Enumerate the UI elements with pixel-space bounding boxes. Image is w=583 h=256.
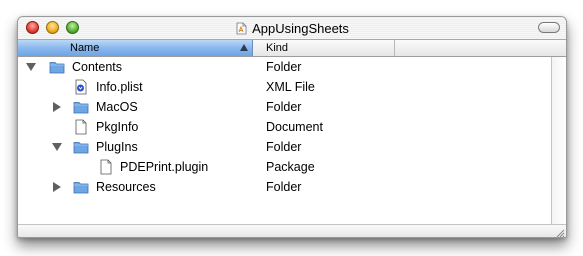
list-row-info-plist[interactable]: Info.plist XML File [18, 77, 551, 97]
list-row-macos[interactable]: MacOS Folder [18, 97, 551, 117]
disclosure-triangle-expanded-icon[interactable] [26, 63, 36, 71]
toolbar-toggle-button[interactable] [538, 22, 560, 33]
item-kind: Folder [266, 100, 302, 114]
window-title-group: AppUsingSheets [18, 20, 566, 36]
column-header-name[interactable]: Name [18, 40, 253, 56]
disclosure-triangle-expanded-icon[interactable] [52, 143, 62, 151]
document-icon [98, 159, 114, 175]
column-header-name-label: Name [70, 42, 100, 54]
column-header-kind[interactable]: Kind [253, 40, 395, 56]
horizontal-scrollbar[interactable] [18, 224, 566, 237]
disclosure-triangle-collapsed-icon[interactable] [53, 102, 61, 112]
window-title: AppUsingSheets [252, 20, 349, 36]
item-name: Contents [72, 60, 123, 74]
item-kind: Folder [266, 140, 302, 154]
item-name: Info.plist [96, 80, 143, 94]
item-name: Resources [96, 180, 156, 194]
folder-icon [73, 139, 89, 155]
app-document-icon[interactable] [235, 22, 248, 35]
vertical-scrollbar[interactable] [551, 57, 566, 224]
item-name: PkgInfo [96, 120, 139, 134]
folder-icon [49, 59, 65, 75]
folder-icon [73, 179, 89, 195]
list-row-plugins[interactable]: PlugIns Folder [18, 137, 551, 157]
item-kind: XML File [266, 80, 315, 94]
file-list: Contents Folder Info.plist XML File MacO… [18, 57, 551, 219]
list-row-pkginfo[interactable]: PkgInfo Document [18, 117, 551, 137]
item-kind: Folder [266, 180, 302, 194]
sort-ascending-icon [240, 44, 248, 51]
list-row-resources[interactable]: Resources Folder [18, 177, 551, 197]
item-name: MacOS [96, 100, 138, 114]
resize-grip-icon[interactable] [554, 225, 565, 237]
list-row-contents[interactable]: Contents Folder [18, 57, 551, 77]
column-header-kind-label: Kind [266, 42, 289, 54]
item-kind: Document [266, 120, 323, 134]
document-icon [73, 119, 89, 135]
item-kind: Package [266, 160, 315, 174]
title-bar[interactable]: AppUsingSheets [18, 17, 566, 40]
list-header: Name Kind [18, 40, 566, 57]
folder-icon [73, 99, 89, 115]
item-name: PlugIns [96, 140, 138, 154]
disclosure-triangle-collapsed-icon[interactable] [53, 182, 61, 192]
finder-window: AppUsingSheets Name Kind Contents Folder [17, 16, 567, 238]
list-row-pdeprint-plugin[interactable]: PDEPrint.plugin Package [18, 157, 551, 177]
item-kind: Folder [266, 60, 302, 74]
xml-file-icon [73, 79, 89, 95]
item-name: PDEPrint.plugin [120, 160, 209, 174]
